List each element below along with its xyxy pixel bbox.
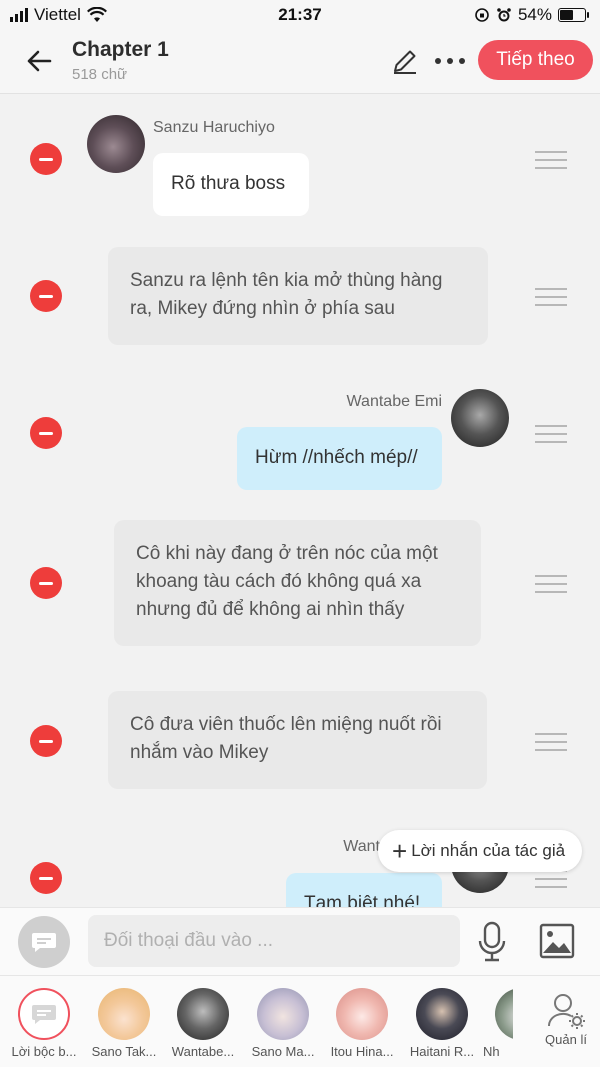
narration-mode-button[interactable] <box>18 916 70 968</box>
drag-handle[interactable] <box>535 870 567 888</box>
image-icon <box>539 923 575 959</box>
character-narration[interactable]: Lời bộc b... <box>6 986 82 1064</box>
next-chapter-button[interactable]: Tiếp theo <box>478 40 593 80</box>
edit-button[interactable] <box>390 46 420 76</box>
more-options-button[interactable] <box>432 46 468 76</box>
character-label: Sano Tak... <box>91 1044 157 1059</box>
battery-percent: 54% <box>517 5 552 24</box>
delete-message-button[interactable] <box>30 143 62 175</box>
speech-bubble-icon <box>32 933 56 952</box>
delete-message-button[interactable] <box>30 725 62 757</box>
back-arrow-icon <box>27 50 52 72</box>
microphone-button[interactable] <box>476 920 508 964</box>
character-avatar <box>495 988 513 1040</box>
character-avatar <box>416 988 468 1040</box>
microphone-icon <box>478 921 506 962</box>
speech-bubble-icon <box>32 1005 56 1024</box>
chat-area[interactable]: Sanzu Haruchiyo Rõ thưa boss Sanzu ra lệ… <box>0 95 600 907</box>
insert-image-button[interactable] <box>538 922 576 960</box>
header: Chapter 1 518 chữ Tiếp theo <box>0 30 600 94</box>
character-label: Itou Hina... <box>330 1044 394 1059</box>
status-bar: Viettel 21:37 54% <box>0 0 600 30</box>
character-label: Nh <box>483 1044 500 1059</box>
character-item[interactable]: Nh <box>483 986 513 1064</box>
character-item[interactable]: Sano Ma... <box>245 986 321 1064</box>
character-label: Sano Ma... <box>251 1044 315 1059</box>
character-avatar <box>336 988 388 1040</box>
message-bubble[interactable]: Tạm biệt nhé! <box>286 873 442 907</box>
character-avatar <box>257 988 309 1040</box>
message-bubble[interactable]: Hừm //nhếch mép// <box>237 427 442 490</box>
character-label: Haitani R... <box>409 1044 475 1059</box>
word-count: 518 chữ <box>72 66 128 83</box>
back-button[interactable] <box>22 44 56 78</box>
plus-icon: + <box>392 836 408 866</box>
character-avatar <box>177 988 229 1040</box>
character-avatar <box>451 389 509 447</box>
orientation-lock-icon <box>475 8 489 22</box>
alarm-icon <box>497 8 511 22</box>
manage-label: Quản lí <box>545 1032 587 1047</box>
character-label: Wantabe... <box>171 1044 235 1059</box>
delete-message-button[interactable] <box>30 280 62 312</box>
narration-bubble[interactable]: Cô đưa viên thuốc lên miệng nuốt rồi nhắ… <box>108 691 487 789</box>
input-bar <box>0 907 600 975</box>
delete-message-button[interactable] <box>30 862 62 894</box>
drag-handle[interactable] <box>535 151 567 169</box>
character-avatar <box>98 988 150 1040</box>
character-label: Lời bộc b... <box>11 1044 77 1059</box>
character-item[interactable]: Haitani R... <box>404 986 480 1064</box>
battery-icon <box>558 8 589 22</box>
character-item[interactable]: Sano Tak... <box>86 986 162 1064</box>
narration-avatar <box>18 988 70 1040</box>
author-note-label: Lời nhắn của tác giả <box>411 841 566 860</box>
character-item[interactable]: Itou Hina... <box>324 986 400 1064</box>
dialogue-input[interactable] <box>88 915 460 967</box>
chapter-title: Chapter 1 <box>72 38 169 61</box>
user-settings-icon <box>547 994 585 1029</box>
character-item[interactable]: Wantabe... <box>165 986 241 1064</box>
narration-bubble[interactable]: Cô khi này đang ở trên nóc của một khoan… <box>114 520 481 646</box>
drag-handle[interactable] <box>535 733 567 751</box>
message-bubble[interactable]: Rõ thưa boss <box>153 153 309 216</box>
character-name: Sanzu Haruchiyo <box>153 119 275 136</box>
pencil-icon <box>394 50 416 74</box>
manage-characters-button[interactable]: Quản lí <box>538 990 594 1060</box>
character-bar: Lời bộc b... Sano Tak... Wantabe... Sano… <box>0 975 600 1067</box>
character-name: Want <box>343 838 380 855</box>
delete-message-button[interactable] <box>30 567 62 599</box>
drag-handle[interactable] <box>535 425 567 443</box>
narration-bubble[interactable]: Sanzu ra lệnh tên kia mở thùng hàng ra, … <box>108 247 488 345</box>
drag-handle[interactable] <box>535 288 567 306</box>
drag-handle[interactable] <box>535 575 567 593</box>
character-name: Wantabe Emi <box>346 393 442 410</box>
character-avatar <box>87 115 145 173</box>
delete-message-button[interactable] <box>30 417 62 449</box>
author-note-button[interactable]: + Lời nhắn của tác giả <box>378 830 582 872</box>
